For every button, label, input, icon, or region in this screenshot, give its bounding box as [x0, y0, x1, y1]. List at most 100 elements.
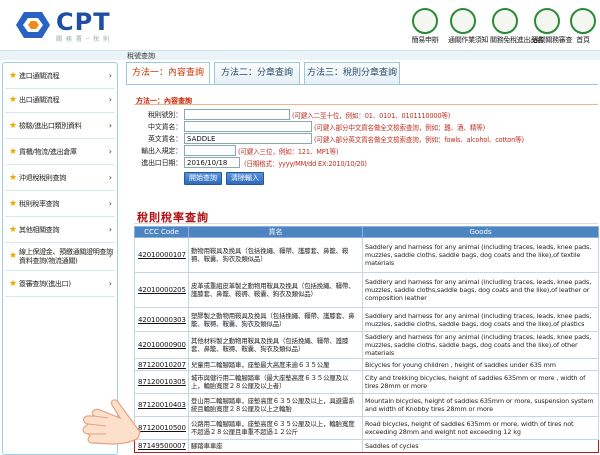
- trade-register-label: 關務免稅進出品名: [490, 36, 544, 44]
- header: CPT 關 務 署 ─ 稅 則 簡易申辦 通關作業須知 關務免稅進出品名 通關關…: [0, 0, 600, 50]
- chevron-right-icon: ›: [108, 251, 112, 260]
- ccc-code-link[interactable]: 42010000303: [134, 307, 189, 332]
- sidebar-item-import[interactable]: ★ 進口通關流程 ›: [5, 65, 115, 89]
- star-icon: ★: [9, 251, 18, 261]
- table-header-row: CCC Code 貨名 Goods: [134, 226, 599, 238]
- reduce-exempt-icon: [534, 8, 560, 34]
- home-label: 首頁: [576, 36, 590, 44]
- star-icon: ★: [9, 71, 18, 81]
- clear-button[interactable]: 清除輸入: [226, 172, 264, 185]
- home-button[interactable]: 首頁: [568, 8, 598, 45]
- customs-announce-label: 通關作業須知: [448, 36, 489, 44]
- home-icon: [570, 8, 596, 34]
- ccc-code-link[interactable]: 42010000107: [134, 237, 189, 273]
- logo-mark-icon: [16, 12, 50, 38]
- chevron-right-icon: ›: [108, 71, 112, 80]
- search-button[interactable]: 開始查詢: [184, 172, 222, 185]
- field-label: 稅則號別：: [148, 111, 182, 119]
- ccc-code-link[interactable]: 42010000900: [134, 331, 189, 359]
- tariff-no-input[interactable]: [184, 109, 290, 120]
- logo-subtitle: 關 務 署 ─ 稅 則: [56, 36, 111, 43]
- field-label: 輸出入規定：: [141, 147, 182, 155]
- tab-chapter-search[interactable]: 方法二：分章查詢: [214, 62, 300, 84]
- sidebar-item-other[interactable]: ★ 其他相關查詢 ›: [5, 219, 115, 243]
- english-name-input[interactable]: SADDLE: [184, 133, 312, 144]
- star-icon: ★: [9, 173, 18, 183]
- goods-name-en: Saddlery and harness for any animal (inc…: [362, 331, 599, 359]
- header-divider: [0, 50, 600, 60]
- chevron-right-icon: ›: [108, 225, 112, 234]
- field-hint: (可鍵入二至十位，例如：01、0101、0101110000等): [292, 112, 451, 120]
- tab-content-search[interactable]: 方法一：內容查詢: [126, 62, 210, 85]
- reduce-exempt-button[interactable]: 通關關務審查: [532, 8, 573, 45]
- customs-announce-button[interactable]: 通關作業須知: [448, 8, 489, 45]
- table-row-highlighted: 87149500007 腳踏車車座 Saddles of cycles: [134, 439, 599, 453]
- chevron-right-icon: ›: [108, 121, 112, 130]
- sidebar-item-label: 進口通關流程: [19, 72, 60, 80]
- star-icon: ★: [9, 147, 18, 157]
- sidebar-item-guarantee[interactable]: ★ 線上保證金、預繳通關證明查詢 資料查詢(物流通關) ›: [5, 245, 115, 271]
- star-icon: ★: [9, 95, 18, 105]
- sidebar-item-label: 其他相關查詢: [19, 226, 60, 234]
- sidebar-item-approval[interactable]: ★ 簽審查詢(進出口) ›: [5, 273, 115, 297]
- star-icon: ★: [9, 279, 18, 289]
- column-header: CCC Code: [134, 226, 189, 238]
- goods-name-en: Saddles of cycles: [362, 439, 599, 453]
- column-header: 貨名: [188, 226, 363, 238]
- column-header: Goods: [362, 226, 599, 238]
- field-label: 中文貨名：: [148, 123, 182, 131]
- sidebar-item-label: 簽審查詢(進出口): [19, 280, 71, 288]
- simple-apply-icon: [412, 8, 438, 34]
- table-row: 42010000303 塑膠製之動物用鞍具及挽具（包括挽繩、韁帶、護膝套、鼻籠、…: [134, 307, 599, 332]
- field-hint: (可鍵入三位，例如：121、MP1等): [238, 148, 339, 156]
- sidebar-item-inspection[interactable]: ★ 檢驗/進出口類別資料 ›: [5, 115, 115, 139]
- simple-apply-button[interactable]: 簡易申辦: [410, 8, 440, 45]
- breadcrumb: 稅號查詢: [127, 52, 155, 60]
- pointing-hand-icon: [82, 399, 141, 445]
- goods-name-zh: 塑膠製之動物用鞍具及挽具（包括挽繩、韁帶、護膝套、鼻籠、鞍褥、鞍囊、狗衣及類似品…: [188, 307, 363, 332]
- goods-name-zh: 兒童用二輪腳踏車，座墊最大高度未逾６３５公厘: [188, 358, 363, 371]
- goods-name-en: Road bicycles, height of saddles 635mm o…: [362, 416, 599, 440]
- table-row: 87120010500 公路用二輪腳踏車，座墊高度６３５公厘及以上，輪胎寬度不超…: [134, 416, 599, 440]
- sidebar-item-label: 沖退稅稅則查詢: [19, 174, 66, 182]
- goods-name-en: Saddlery and harness for any animal (inc…: [362, 237, 599, 273]
- trade-register-button[interactable]: 關務免稅進出品名: [490, 8, 544, 45]
- sidebar-item-label: 貨櫃/物流/進出倉庫: [19, 148, 77, 156]
- ccc-code-link[interactable]: 42010000205: [134, 272, 189, 308]
- goods-name-zh: 登山用二輪腳踏車，座墊高度６３５公厘及以上，具避震系統且輪胎寬度２８公厘及以上之…: [188, 393, 363, 417]
- results-divider: [134, 223, 598, 224]
- reduce-exempt-label: 通關關務審查: [532, 36, 573, 44]
- sidebar-item-label-line2: 資料查詢(物流通關): [19, 257, 78, 265]
- ccc-code-link[interactable]: 87120010207: [134, 358, 189, 371]
- table-row: 87120010207 兒童用二輪腳踏車，座墊最大高度未逾６３５公厘 Bicyc…: [134, 358, 599, 371]
- field-label: 進出口日期：: [141, 159, 182, 167]
- sidebar-item-export[interactable]: ★ 出口通關流程 ›: [5, 89, 115, 113]
- date-input[interactable]: 2016/10/18: [184, 157, 240, 168]
- app-window: CPT 關 務 署 ─ 稅 則 簡易申辦 通關作業須知 關務免稅進出品名 通關關…: [0, 0, 600, 455]
- goods-name-en: Mountain bicycles, height of saddles 635…: [362, 393, 599, 417]
- goods-name-en: Bicycles for young children , height of …: [362, 358, 599, 371]
- sidebar-item-tariff[interactable]: ★ 稅則稅率查詢 ›: [5, 193, 115, 217]
- chevron-right-icon: ›: [108, 147, 112, 156]
- chinese-name-input[interactable]: [184, 121, 312, 132]
- tab-divider: [126, 84, 598, 85]
- tab-tariff-chapter-search[interactable]: 方法三：稅則分章查詢: [304, 62, 400, 84]
- logo-text: CPT: [56, 8, 111, 36]
- goods-name-en: City and trekking bicycles, height of sa…: [362, 370, 599, 394]
- goods-name-zh: 其他材料製之動物用鞍具及挽具（包括挽繩、韁帶、護膝套、鼻籠、鞍褥、鞍囊、狗衣及類…: [188, 331, 363, 359]
- star-icon: ★: [9, 199, 18, 209]
- regulation-input[interactable]: [184, 145, 236, 156]
- goods-name-zh: 腳踏車車座: [188, 439, 363, 453]
- table-row: 42010000900 其他材料製之動物用鞍具及挽具（包括挽繩、韁帶、護膝套、鼻…: [134, 331, 599, 359]
- goods-name-en: Saddlery and harness for any animal (inc…: [362, 307, 599, 332]
- section-divider: [134, 104, 598, 105]
- sidebar-item-refund[interactable]: ★ 沖退稅稅則查詢 ›: [5, 167, 115, 191]
- ccc-code-link[interactable]: 87120010305: [134, 370, 189, 394]
- chevron-right-icon: ›: [108, 279, 112, 288]
- goods-name-zh: 皮革或重組皮革製之動物用鞍具及挽具（包括挽繩、韁帶、護膝套、鼻籠、鞍褥、鞍囊、狗…: [188, 272, 363, 308]
- sidebar-item-label-line1: 線上保證金、預繳通關證明查詢: [19, 248, 113, 256]
- field-hint: (可鍵入部分英文貨名做全文檢索查詢，例如：fowls、alcohol、cotto…: [314, 136, 524, 144]
- goods-name-zh: 城市與健行用二輪腳踏車（最大座墊高度６３５公厘及以上，輪胎寬度２８公厘及以上者）: [188, 370, 363, 394]
- site-logo[interactable]: CPT 關 務 署 ─ 稅 則: [16, 8, 126, 43]
- sidebar-item-logistics[interactable]: ★ 貨櫃/物流/進出倉庫 ›: [5, 141, 115, 165]
